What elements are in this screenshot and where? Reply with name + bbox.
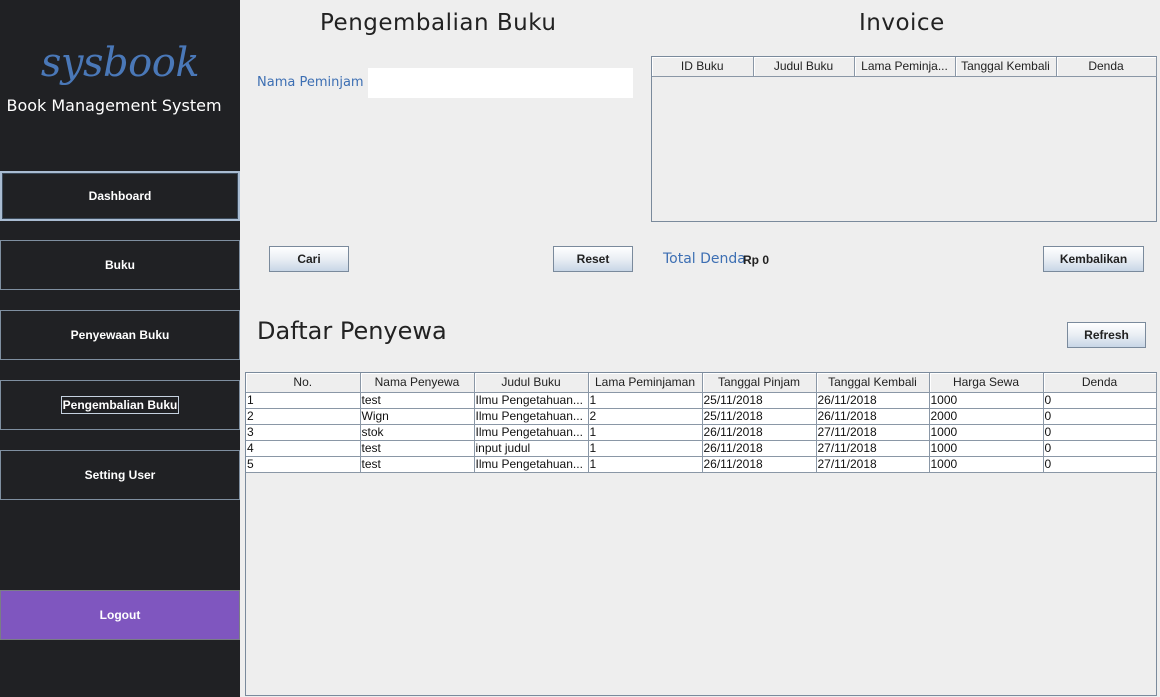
table-cell[interactable]: input judul xyxy=(474,440,589,457)
table-cell[interactable]: 2 xyxy=(246,408,361,425)
borrower-name-label: Nama Peminjam xyxy=(257,75,364,90)
table-cell[interactable]: 1000 xyxy=(929,424,1044,441)
column-header[interactable]: Judul Buku xyxy=(753,57,855,77)
table-cell[interactable]: 2 xyxy=(588,408,703,425)
table-cell[interactable]: 27/11/2018 xyxy=(816,440,930,457)
table-cell[interactable]: test xyxy=(360,456,475,473)
table-cell[interactable]: Ilmu Pengetahuan... xyxy=(474,456,589,473)
table-cell[interactable]: 25/11/2018 xyxy=(702,408,817,425)
sidebar-item-buku[interactable]: Buku xyxy=(0,240,240,290)
column-header[interactable]: Lama Peminjaman xyxy=(588,373,703,393)
column-header[interactable]: Denda xyxy=(1056,57,1157,77)
app-subtitle: Book Management System xyxy=(6,96,222,115)
table-cell[interactable]: 0 xyxy=(1043,424,1157,441)
sidebar-item-label: Buku xyxy=(105,258,135,272)
table-cell[interactable]: 4 xyxy=(246,440,361,457)
table-cell[interactable]: 1 xyxy=(588,456,703,473)
invoice-title: Invoice xyxy=(859,10,945,36)
table-row[interactable]: 3 stok Ilmu Pengetahuan... 1 26/11/2018 … xyxy=(246,424,1157,441)
borrower-name-input[interactable] xyxy=(368,68,633,98)
table-cell[interactable]: 0 xyxy=(1043,440,1157,457)
table-cell[interactable]: stok xyxy=(360,424,475,441)
column-header[interactable]: Harga Sewa xyxy=(929,373,1044,393)
table-cell[interactable]: Ilmu Pengetahuan... xyxy=(474,392,589,409)
total-fine-label: Total Denda xyxy=(663,251,746,267)
sidebar-item-pengembalian-buku[interactable]: Pengembalian Buku xyxy=(0,380,240,430)
table-cell[interactable]: 26/11/2018 xyxy=(702,456,817,473)
return-books-button[interactable]: Kembalikan xyxy=(1043,246,1144,272)
table-cell[interactable]: test xyxy=(360,392,475,409)
page-title: Pengembalian Buku xyxy=(320,10,557,36)
total-fine-value: Rp 0 xyxy=(743,253,770,267)
search-button[interactable]: Cari xyxy=(269,246,349,272)
table-cell[interactable]: 1 xyxy=(588,424,703,441)
table-row[interactable]: 5 test Ilmu Pengetahuan... 1 26/11/2018 … xyxy=(246,456,1157,473)
renters-table-header: No. Nama Penyewa Judul Buku Lama Peminja… xyxy=(246,373,1157,393)
table-cell[interactable]: 27/11/2018 xyxy=(816,456,930,473)
table-cell[interactable]: 0 xyxy=(1043,408,1157,425)
renters-table[interactable]: No. Nama Penyewa Judul Buku Lama Peminja… xyxy=(245,372,1157,696)
sidebar-item-penyewaan-buku[interactable]: Penyewaan Buku xyxy=(0,310,240,360)
table-cell[interactable]: 1000 xyxy=(929,392,1044,409)
invoice-table-header: ID Buku Judul Buku Lama Peminja... Tangg… xyxy=(652,57,1157,77)
table-cell[interactable]: 1000 xyxy=(929,456,1044,473)
column-header[interactable]: Tanggal Kembali xyxy=(955,57,1057,77)
column-header[interactable]: ID Buku xyxy=(652,57,754,77)
table-row[interactable]: 4 test input judul 1 26/11/2018 27/11/20… xyxy=(246,440,1157,457)
table-cell[interactable]: test xyxy=(360,440,475,457)
column-header[interactable]: Denda xyxy=(1043,373,1157,393)
table-row[interactable]: 1 test Ilmu Pengetahuan... 1 25/11/2018 … xyxy=(246,392,1157,409)
column-header[interactable]: Tanggal Kembali xyxy=(816,373,930,393)
column-header[interactable]: Nama Penyewa xyxy=(360,373,475,393)
table-cell[interactable]: 1 xyxy=(246,392,361,409)
sidebar-item-dashboard[interactable]: Dashboard xyxy=(0,171,240,221)
table-cell[interactable]: 25/11/2018 xyxy=(702,392,817,409)
logout-button[interactable]: Logout xyxy=(0,590,240,640)
app-logo: sysbook xyxy=(40,40,200,86)
sidebar-item-setting-user[interactable]: Setting User xyxy=(0,450,240,500)
table-cell[interactable]: 0 xyxy=(1043,392,1157,409)
sidebar: sysbook Book Management System Dashboard… xyxy=(0,0,240,697)
table-cell[interactable]: Ilmu Pengetahuan... xyxy=(474,424,589,441)
table-cell[interactable]: 27/11/2018 xyxy=(816,424,930,441)
table-cell[interactable]: 26/11/2018 xyxy=(702,424,817,441)
logout-label: Logout xyxy=(99,608,141,622)
table-cell[interactable]: 2000 xyxy=(929,408,1044,425)
table-cell[interactable]: 1000 xyxy=(929,440,1044,457)
table-row[interactable]: 2 Wign Ilmu Pengetahuan... 2 25/11/2018 … xyxy=(246,408,1157,425)
renters-title: Daftar Penyewa xyxy=(257,317,447,345)
sidebar-item-label: Dashboard xyxy=(88,189,152,203)
table-cell[interactable]: 26/11/2018 xyxy=(816,408,930,425)
table-cell[interactable]: 1 xyxy=(588,440,703,457)
table-cell[interactable]: Wign xyxy=(360,408,475,425)
sidebar-item-label: Penyewaan Buku xyxy=(70,328,170,342)
table-cell[interactable]: 0 xyxy=(1043,456,1157,473)
column-header[interactable]: Lama Peminja... xyxy=(854,57,956,77)
table-cell[interactable]: 26/11/2018 xyxy=(816,392,930,409)
table-cell[interactable]: 26/11/2018 xyxy=(702,440,817,457)
invoice-table[interactable]: ID Buku Judul Buku Lama Peminja... Tangg… xyxy=(651,56,1157,222)
table-cell[interactable]: Ilmu Pengetahuan... xyxy=(474,408,589,425)
reset-button[interactable]: Reset xyxy=(553,246,633,272)
table-cell[interactable]: 3 xyxy=(246,424,361,441)
sidebar-item-label: Pengembalian Buku xyxy=(60,396,180,414)
column-header[interactable]: Judul Buku xyxy=(474,373,589,393)
table-cell[interactable]: 5 xyxy=(246,456,361,473)
refresh-button[interactable]: Refresh xyxy=(1067,322,1146,348)
table-cell[interactable]: 1 xyxy=(588,392,703,409)
column-header[interactable]: No. xyxy=(246,373,361,393)
column-header[interactable]: Tanggal Pinjam xyxy=(702,373,817,393)
sidebar-item-label: Setting User xyxy=(84,468,156,482)
